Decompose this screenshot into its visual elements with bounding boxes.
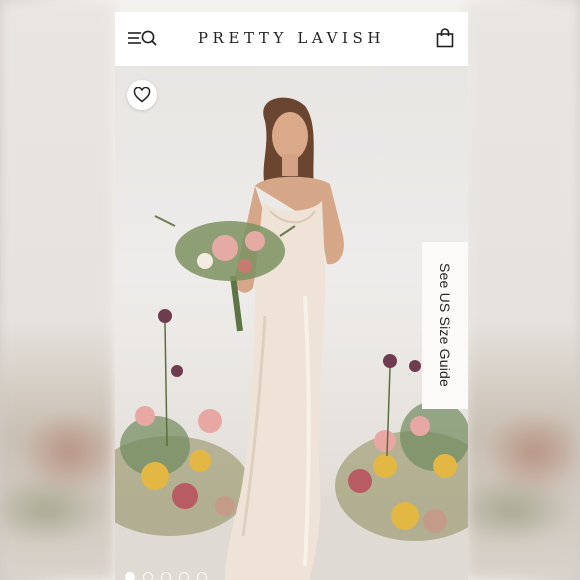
blurred-background-left: [0, 0, 115, 580]
product-image-carousel[interactable]: See US Size Guide: [115, 66, 468, 580]
favorite-button[interactable]: [127, 80, 157, 110]
heart-icon: [133, 87, 151, 103]
menu-icon: [128, 30, 157, 46]
carousel-dot[interactable]: [125, 572, 135, 580]
blurred-background-right: [465, 0, 580, 580]
shopping-bag-button[interactable]: [436, 28, 454, 48]
search-icon: [141, 30, 157, 46]
carousel-dots: [115, 572, 215, 580]
carousel-dot[interactable]: [197, 572, 207, 580]
carousel-dot[interactable]: [161, 572, 171, 580]
site-header: PRETTY LAVISH: [115, 12, 468, 67]
product-photo: [115, 97, 468, 580]
menu-search-button[interactable]: [127, 29, 159, 49]
size-guide-tab[interactable]: See US Size Guide: [422, 242, 468, 409]
carousel-dot[interactable]: [143, 572, 153, 580]
size-guide-label: See US Size Guide: [437, 263, 453, 388]
mobile-product-page: PRETTY LAVISH See US Size Guide: [115, 12, 468, 580]
carousel-dot[interactable]: [179, 572, 189, 580]
brand-logo: PRETTY LAVISH: [197, 29, 386, 47]
shopping-bag-icon: [436, 28, 454, 48]
